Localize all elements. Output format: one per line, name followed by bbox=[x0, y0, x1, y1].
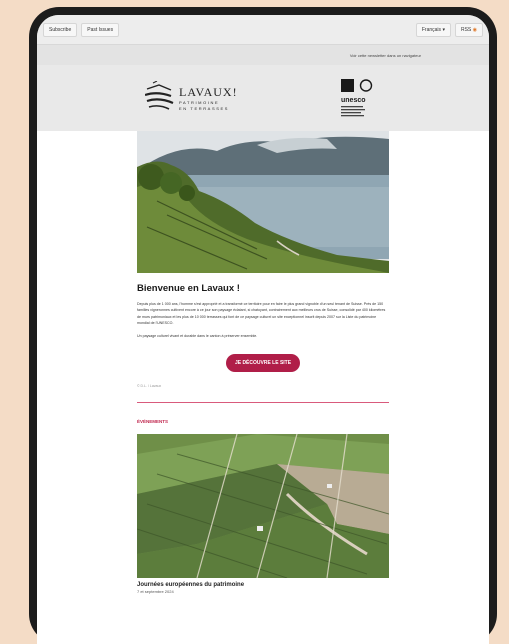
unesco-caption-line bbox=[341, 109, 365, 111]
archive-toolbar: Subscribe Past Issues Français ▾ RSS ◉ bbox=[37, 15, 489, 45]
unesco-caption-line bbox=[341, 106, 363, 108]
event-title[interactable]: Journées européennes du patrimoine bbox=[137, 582, 389, 588]
rss-button[interactable]: RSS ◉ bbox=[454, 22, 483, 37]
preheader: Voir cette newsletter dans un navigateur bbox=[37, 45, 489, 65]
unesco-wordmark: unesco bbox=[341, 97, 366, 104]
language-label: Français bbox=[421, 26, 442, 33]
intro-paragraph: Depuis plus de 1 000 ans, l'homme s'est … bbox=[137, 302, 386, 326]
subscribe-button[interactable]: Subscribe bbox=[43, 22, 78, 37]
logo-subline-2: EN TERRASSES bbox=[179, 106, 229, 111]
tagline-paragraph: Un paysage culturel vivant et durable da… bbox=[137, 333, 258, 338]
chevron-down-icon: ▾ bbox=[442, 26, 445, 33]
discover-site-button[interactable]: JE DÉCOUVRE LE SITE bbox=[225, 354, 301, 373]
unesco-caption-line bbox=[341, 115, 364, 117]
tablet-frame: Subscribe Past Issues Français ▾ RSS ◉ V… bbox=[29, 7, 497, 644]
unesco-temple-icon bbox=[341, 79, 354, 92]
unesco-caption-line bbox=[341, 112, 361, 114]
welcome-heading: Bienvenue en Lavaux ! bbox=[137, 283, 240, 294]
logo-subline-1: PATRIMOINE bbox=[179, 100, 219, 105]
past-issues-button[interactable]: Past Issues bbox=[81, 22, 120, 37]
event-image-aerial-vineyards[interactable] bbox=[137, 434, 389, 579]
view-in-browser-link[interactable]: Voir cette newsletter dans un navigateur bbox=[350, 53, 421, 58]
lavaux-logo[interactable]: LAVAUX! PATRIMOINE EN TERRASSES bbox=[145, 81, 255, 115]
section-divider bbox=[137, 402, 389, 404]
rss-label: RSS bbox=[460, 26, 472, 33]
hero-image-lake-vineyards[interactable] bbox=[137, 131, 389, 273]
events-heading: ÉVÉNEMENTS bbox=[137, 419, 169, 425]
unesco-logo: unesco bbox=[341, 79, 373, 117]
cta-container: JE DÉCOUVRE LE SITE bbox=[137, 351, 389, 373]
photo-credit: © D.L. / Lavaux bbox=[137, 384, 162, 389]
email-screen: Subscribe Past Issues Français ▾ RSS ◉ V… bbox=[37, 15, 489, 644]
logo-wordmark: LAVAUX! bbox=[179, 85, 238, 99]
event-date: 7 et septembre 2024 bbox=[137, 589, 174, 595]
email-header: LAVAUX! PATRIMOINE EN TERRASSES unesco bbox=[37, 65, 489, 131]
world-heritage-icon bbox=[359, 79, 373, 92]
language-dropdown[interactable]: Français ▾ bbox=[415, 22, 451, 37]
rss-icon: ◉ bbox=[472, 26, 477, 33]
lavaux-mark-icon bbox=[145, 81, 174, 110]
email-body: Bienvenue en Lavaux ! Depuis plus de 1 0… bbox=[137, 131, 389, 594]
